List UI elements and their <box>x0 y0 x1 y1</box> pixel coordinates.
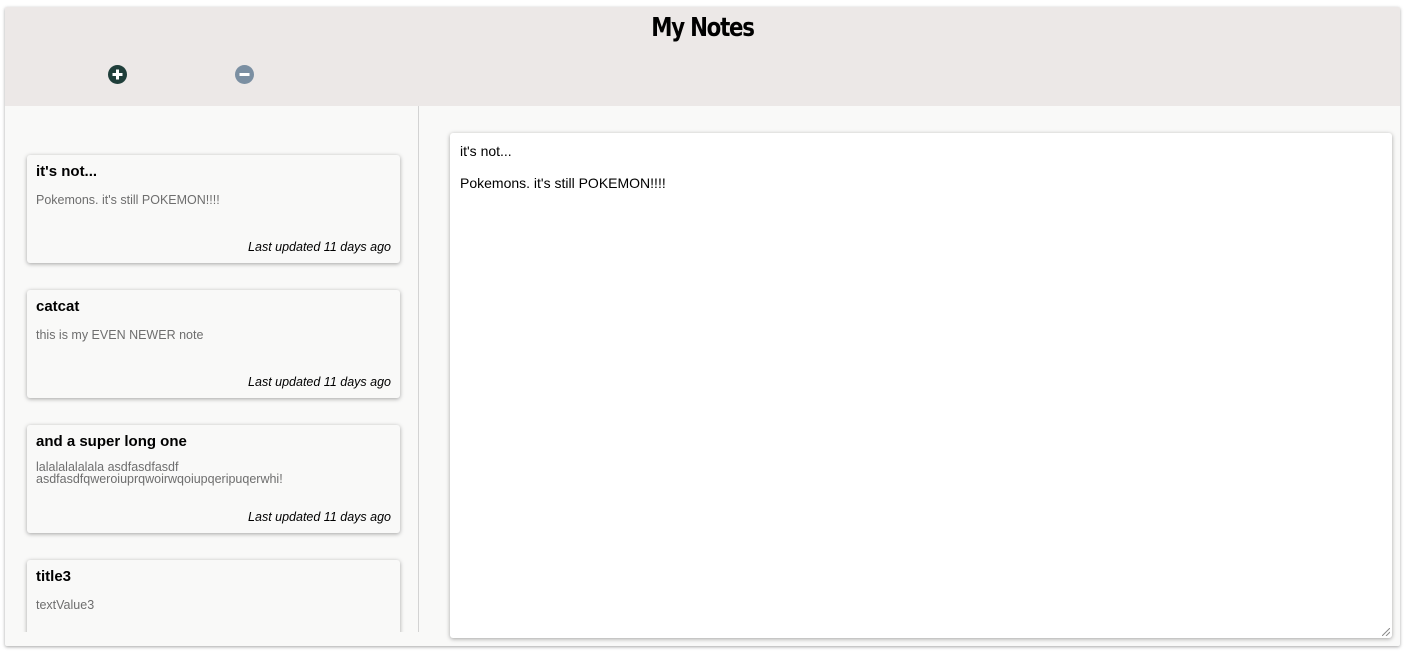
note-card[interactable]: title3 textValue3 <box>27 560 400 632</box>
note-editor[interactable]: it's not... Pokemons. it's still POKEMON… <box>450 133 1392 638</box>
minus-circle-icon <box>239 73 250 76</box>
editor-title-text[interactable]: it's not... <box>460 143 512 159</box>
resize-handle-icon[interactable] <box>1382 628 1390 636</box>
notes-app: My Notes it's not... Pokemons. it's stil… <box>5 7 1400 646</box>
page-title: My Notes <box>651 13 755 43</box>
note-preview: this is my EVEN NEWER note <box>36 328 204 342</box>
note-updated: Last updated 11 days ago <box>248 510 391 524</box>
note-card[interactable]: it's not... Pokemons. it's still POKEMON… <box>27 155 400 263</box>
plus-circle-icon <box>112 69 123 80</box>
note-card[interactable]: catcat this is my EVEN NEWER note Last u… <box>27 290 400 398</box>
note-updated: Last updated 11 days ago <box>248 240 391 254</box>
note-preview: Pokemons. it's still POKEMON!!!! <box>36 193 220 207</box>
remove-note-button[interactable] <box>235 65 254 84</box>
note-title: it's not... <box>36 163 98 180</box>
app-header: My Notes <box>5 7 1400 106</box>
note-updated: Last updated 11 days ago <box>248 375 391 389</box>
notes-list[interactable]: it's not... Pokemons. it's still POKEMON… <box>5 106 419 632</box>
add-note-button[interactable] <box>108 65 127 84</box>
note-card[interactable]: and a super long one lalalalalalala asdf… <box>27 425 400 533</box>
note-preview: textValue3 <box>36 598 95 612</box>
note-title: title3 <box>36 568 72 585</box>
note-preview: lalalalalalala asdfasdfasdf asdfasdfqwer… <box>36 461 391 486</box>
note-preview-line: asdfasdfqweroiuprqwoirwqoiupqeripuqerwhi… <box>36 472 283 486</box>
editor-body-text[interactable]: Pokemons. it's still POKEMON!!!! <box>460 175 666 191</box>
note-title: and a super long one <box>36 433 187 450</box>
note-title: catcat <box>36 298 80 315</box>
